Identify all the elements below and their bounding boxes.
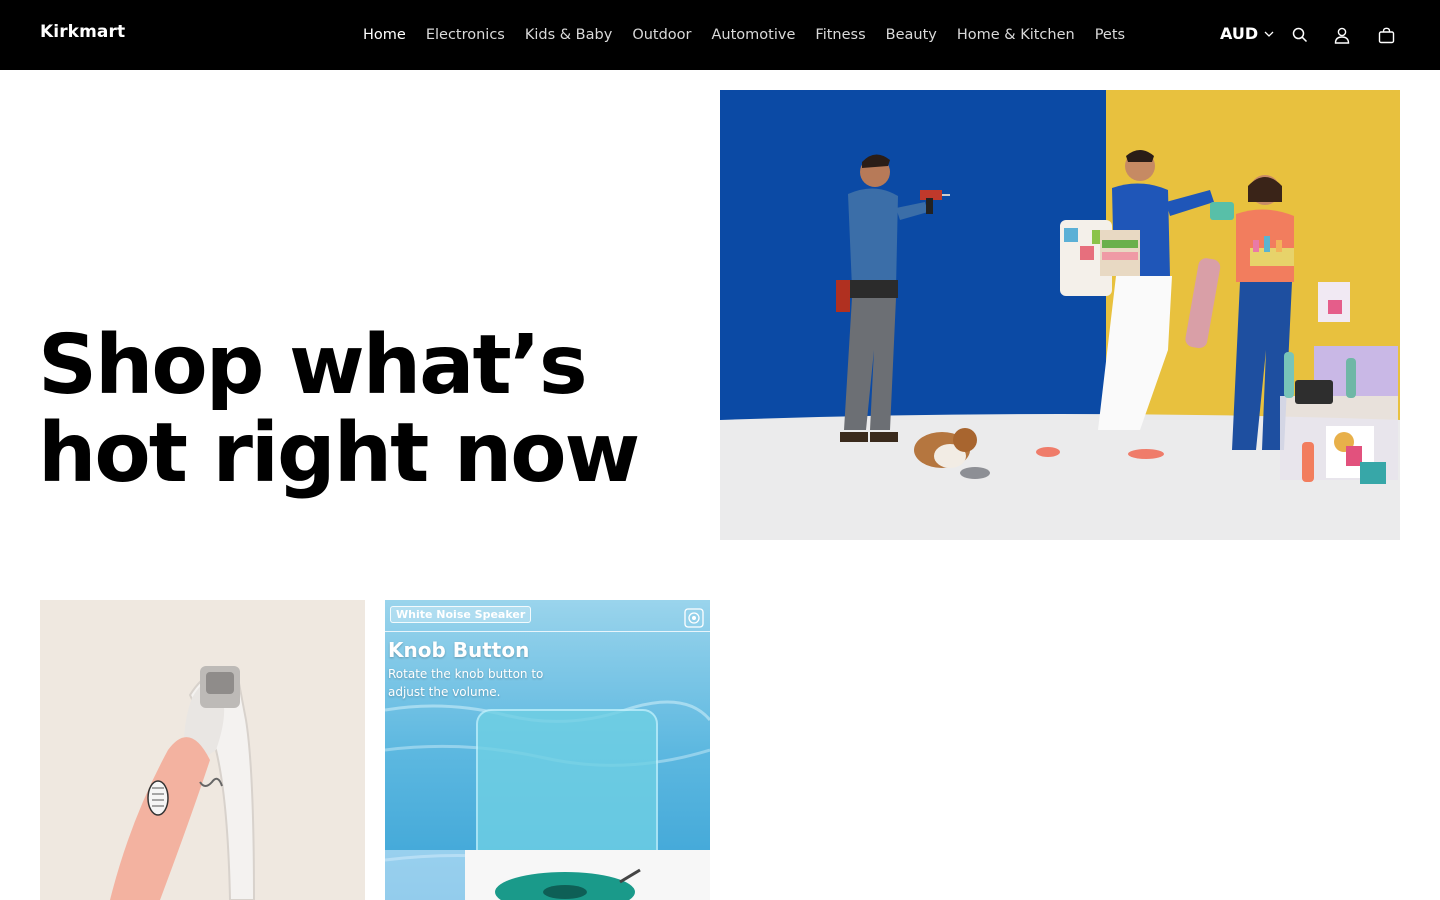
nav-home[interactable]: Home	[353, 24, 416, 46]
nav-outdoor[interactable]: Outdoor	[622, 24, 701, 46]
hero-title-line-1: Shop what’s	[38, 318, 588, 413]
nav-kids-baby[interactable]: Kids & Baby	[515, 24, 622, 46]
badge-divider	[385, 631, 710, 632]
cart-icon	[1378, 27, 1394, 43]
product-feature-text: Rotate the knob button to adjust the vol…	[388, 667, 544, 699]
nav-beauty[interactable]: Beauty	[876, 24, 947, 46]
product-feature-heading: Knob Button	[388, 638, 530, 662]
chevron-down-icon	[1264, 31, 1274, 37]
cart-button[interactable]	[1375, 24, 1397, 46]
product-card-speaker[interactable]: White Noise Speaker Knob Button Rotate t…	[385, 600, 710, 900]
nail-clipper-image	[40, 600, 365, 900]
hero-photo	[720, 90, 1400, 540]
nav-fitness[interactable]: Fitness	[805, 24, 875, 46]
nav-automotive[interactable]: Automotive	[702, 24, 806, 46]
account-icon	[1334, 27, 1350, 44]
product-badge: White Noise Speaker	[390, 606, 532, 623]
site-header: Kirkmart Home Electronics Kids & Baby Ou…	[0, 0, 1440, 70]
hero-banner-image[interactable]	[720, 90, 1400, 540]
nav-electronics[interactable]: Electronics	[416, 24, 515, 46]
store-logo[interactable]: Kirkmart	[40, 22, 125, 42]
nav-pets[interactable]: Pets	[1085, 24, 1135, 46]
search-icon	[1292, 27, 1308, 43]
hero-title-line-2: hot right now	[38, 406, 640, 501]
main-nav: Home Electronics Kids & Baby Outdoor Aut…	[353, 24, 1135, 46]
currency-selector[interactable]: AUD	[1220, 24, 1274, 43]
account-button[interactable]	[1331, 24, 1353, 46]
currency-label: AUD	[1220, 24, 1259, 43]
nav-home-kitchen[interactable]: Home & Kitchen	[947, 24, 1085, 46]
product-card-nail-clipper[interactable]	[40, 600, 365, 900]
search-button[interactable]	[1289, 24, 1311, 46]
brand-logo-icon	[684, 608, 704, 628]
hero-title: Shop what’s hot right now	[38, 322, 698, 498]
